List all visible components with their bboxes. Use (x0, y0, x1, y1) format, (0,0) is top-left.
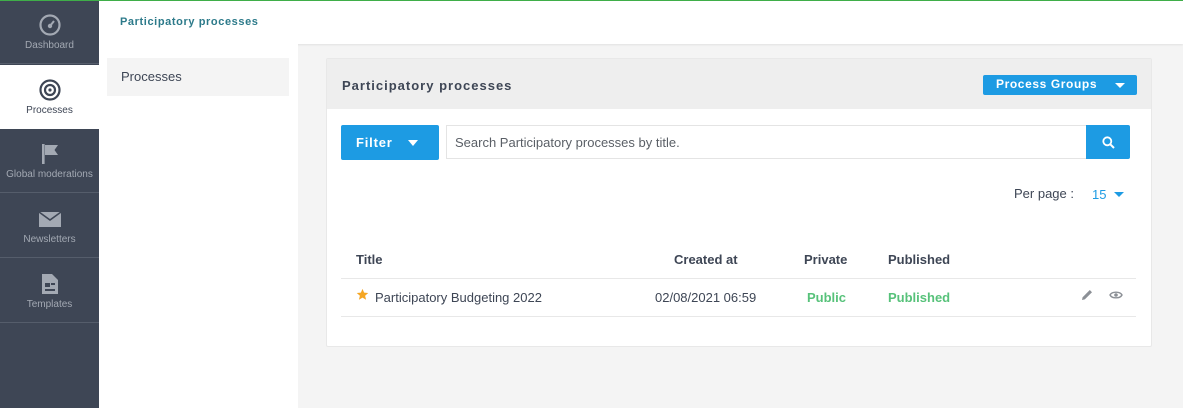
table-row-divider (341, 316, 1136, 317)
sidebar-item-label: Global moderations (6, 169, 93, 180)
page-header: Participatory processes (99, 1, 1183, 44)
template-icon (41, 274, 58, 294)
main-sidebar: Dashboard Processes Global moderations N… (0, 0, 99, 408)
per-page-label: Per page : (1014, 186, 1074, 201)
eye-icon[interactable] (1109, 288, 1123, 302)
created-at-value: 02/08/2021 06:59 (655, 290, 757, 305)
sidebar-item-label: Processes (26, 105, 73, 116)
process-groups-label: Process Groups (996, 77, 1098, 91)
per-page-select[interactable]: 15 (1092, 187, 1106, 202)
page-title: Participatory processes (120, 16, 259, 28)
subnav-item-processes[interactable]: Processes (107, 58, 289, 96)
target-icon (38, 79, 61, 101)
flag-icon (41, 144, 58, 164)
sidebar-item-templates[interactable]: Templates (0, 259, 99, 323)
column-header-private: Private (804, 252, 848, 267)
processes-card: Participatory processes Process Groups F… (326, 58, 1152, 347)
pencil-icon[interactable] (1080, 288, 1094, 302)
column-header-created-at: Created at (674, 252, 738, 267)
caret-down-icon (1115, 83, 1125, 88)
column-header-title: Title (356, 252, 383, 267)
sidebar-item-label: Dashboard (25, 40, 74, 51)
published-status: Published (888, 290, 951, 305)
star-icon (356, 288, 369, 300)
sidebar-item-label: Newsletters (23, 234, 76, 245)
column-header-published: Published (888, 252, 951, 267)
filter-label: Filter (356, 135, 393, 150)
filter-button[interactable]: Filter (341, 125, 439, 160)
sidebar-item-dashboard[interactable]: Dashboard (0, 0, 99, 64)
process-title-link[interactable]: Participatory Budgeting 2022 (375, 290, 542, 305)
search-input[interactable] (446, 125, 1086, 159)
table-header-divider (341, 278, 1136, 279)
sidebar-item-processes[interactable]: Processes (0, 65, 99, 129)
sidebar-item-newsletters[interactable]: Newsletters (0, 194, 99, 258)
sidebar-item-global-moderations[interactable]: Global moderations (0, 129, 99, 193)
search-button[interactable] (1086, 125, 1130, 159)
card-header: Participatory processes Process Groups (327, 59, 1151, 109)
search-icon (1102, 136, 1115, 149)
sidebar-item-label: Templates (26, 299, 73, 310)
caret-down-icon[interactable] (1114, 192, 1124, 197)
dashboard-icon (38, 14, 61, 36)
secondary-sidebar: Processes (99, 44, 298, 408)
envelope-icon (38, 211, 61, 227)
caret-down-icon (408, 140, 418, 146)
card-title: Participatory processes (342, 78, 513, 93)
private-status: Public (807, 290, 847, 305)
top-accent-line (0, 0, 1183, 1)
process-groups-button[interactable]: Process Groups (983, 75, 1137, 95)
